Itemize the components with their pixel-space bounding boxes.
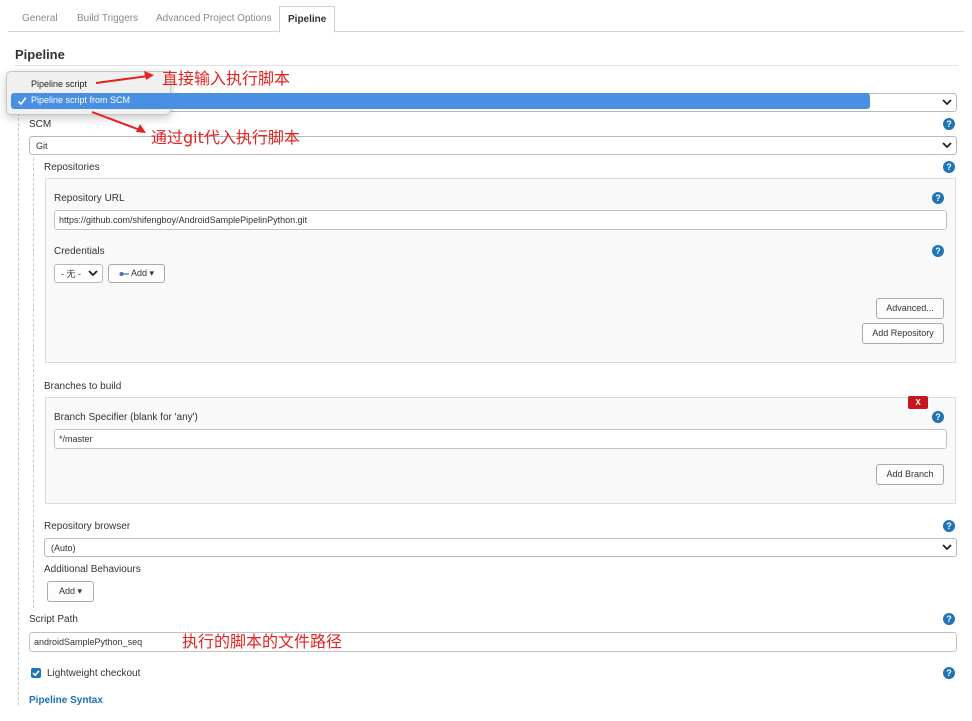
annotation-direct-script: 直接输入执行脚本 xyxy=(162,69,291,88)
annotation-arrows xyxy=(91,71,154,133)
annotation-git-script: 通过git代入执行脚本 xyxy=(151,128,300,147)
annotation-script-path: 执行的脚本的文件路径 xyxy=(182,632,343,651)
arrow-icon xyxy=(91,111,146,133)
arrow-icon xyxy=(95,71,154,84)
